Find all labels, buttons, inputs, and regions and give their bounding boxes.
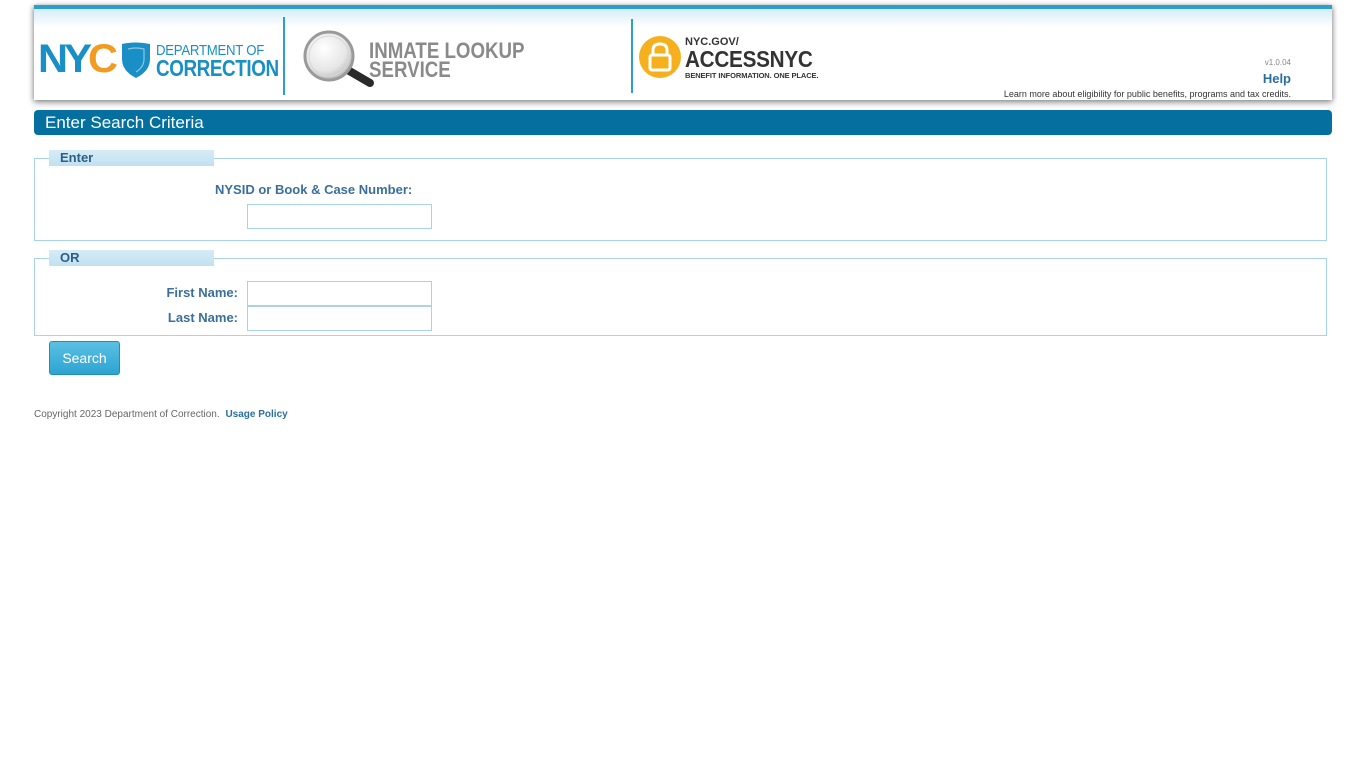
header-divider xyxy=(631,19,633,93)
usage-policy-link[interactable]: Usage Policy xyxy=(225,409,287,420)
page-title: Enter Search Criteria xyxy=(45,113,204,132)
accessnyc-link[interactable]: NYC.GOV/ ACCESSNYC BENEFIT INFORMATION. … xyxy=(685,37,827,80)
service-title: INMATE LOOKUP SERVICE xyxy=(369,39,552,83)
page-footer: Copyright 2023 Department of Correction.… xyxy=(34,409,288,420)
first-name-label: First Name: xyxy=(166,285,238,300)
header-divider xyxy=(283,17,285,95)
nysid-label: NYSID or Book & Case Number: xyxy=(215,182,413,197)
svg-text:C: C xyxy=(88,38,118,78)
accessnyc-lock-icon xyxy=(639,36,681,78)
nysid-input[interactable] xyxy=(247,204,432,229)
first-name-input[interactable] xyxy=(247,281,432,306)
section-title-bar: Enter Search Criteria xyxy=(34,110,1332,135)
department-line2: CORRECTION xyxy=(156,55,279,81)
last-name-input[interactable] xyxy=(247,306,432,331)
enter-legend: Enter xyxy=(49,150,214,166)
service-line2: SERVICE xyxy=(369,57,451,83)
search-button[interactable]: Search xyxy=(49,341,120,375)
page-header: N Y C DEPARTMENT OF CORRECTION INMATE LO… xyxy=(34,5,1332,100)
access-line2: ACCESSNYC xyxy=(685,46,813,72)
last-name-label: Last Name: xyxy=(167,310,238,325)
doc-shield-icon xyxy=(122,42,150,78)
nyc-logo-icon: N Y C xyxy=(38,38,118,78)
learn-more-text: Learn more about eligibility for public … xyxy=(1003,89,1291,99)
help-link[interactable]: Help xyxy=(1263,71,1291,86)
enter-fieldset: Enter NYSID or Book & Case Number: xyxy=(34,150,1327,241)
access-tagline: BENEFIT INFORMATION. ONE PLACE. xyxy=(685,71,819,80)
version-label: v1.0.04 xyxy=(1264,58,1291,67)
or-legend: OR xyxy=(49,250,214,266)
or-fieldset: OR First Name: Last Name: xyxy=(34,250,1327,336)
copyright-text: Copyright 2023 Department of Correction. xyxy=(34,409,220,420)
magnifying-glass-icon xyxy=(303,30,374,87)
